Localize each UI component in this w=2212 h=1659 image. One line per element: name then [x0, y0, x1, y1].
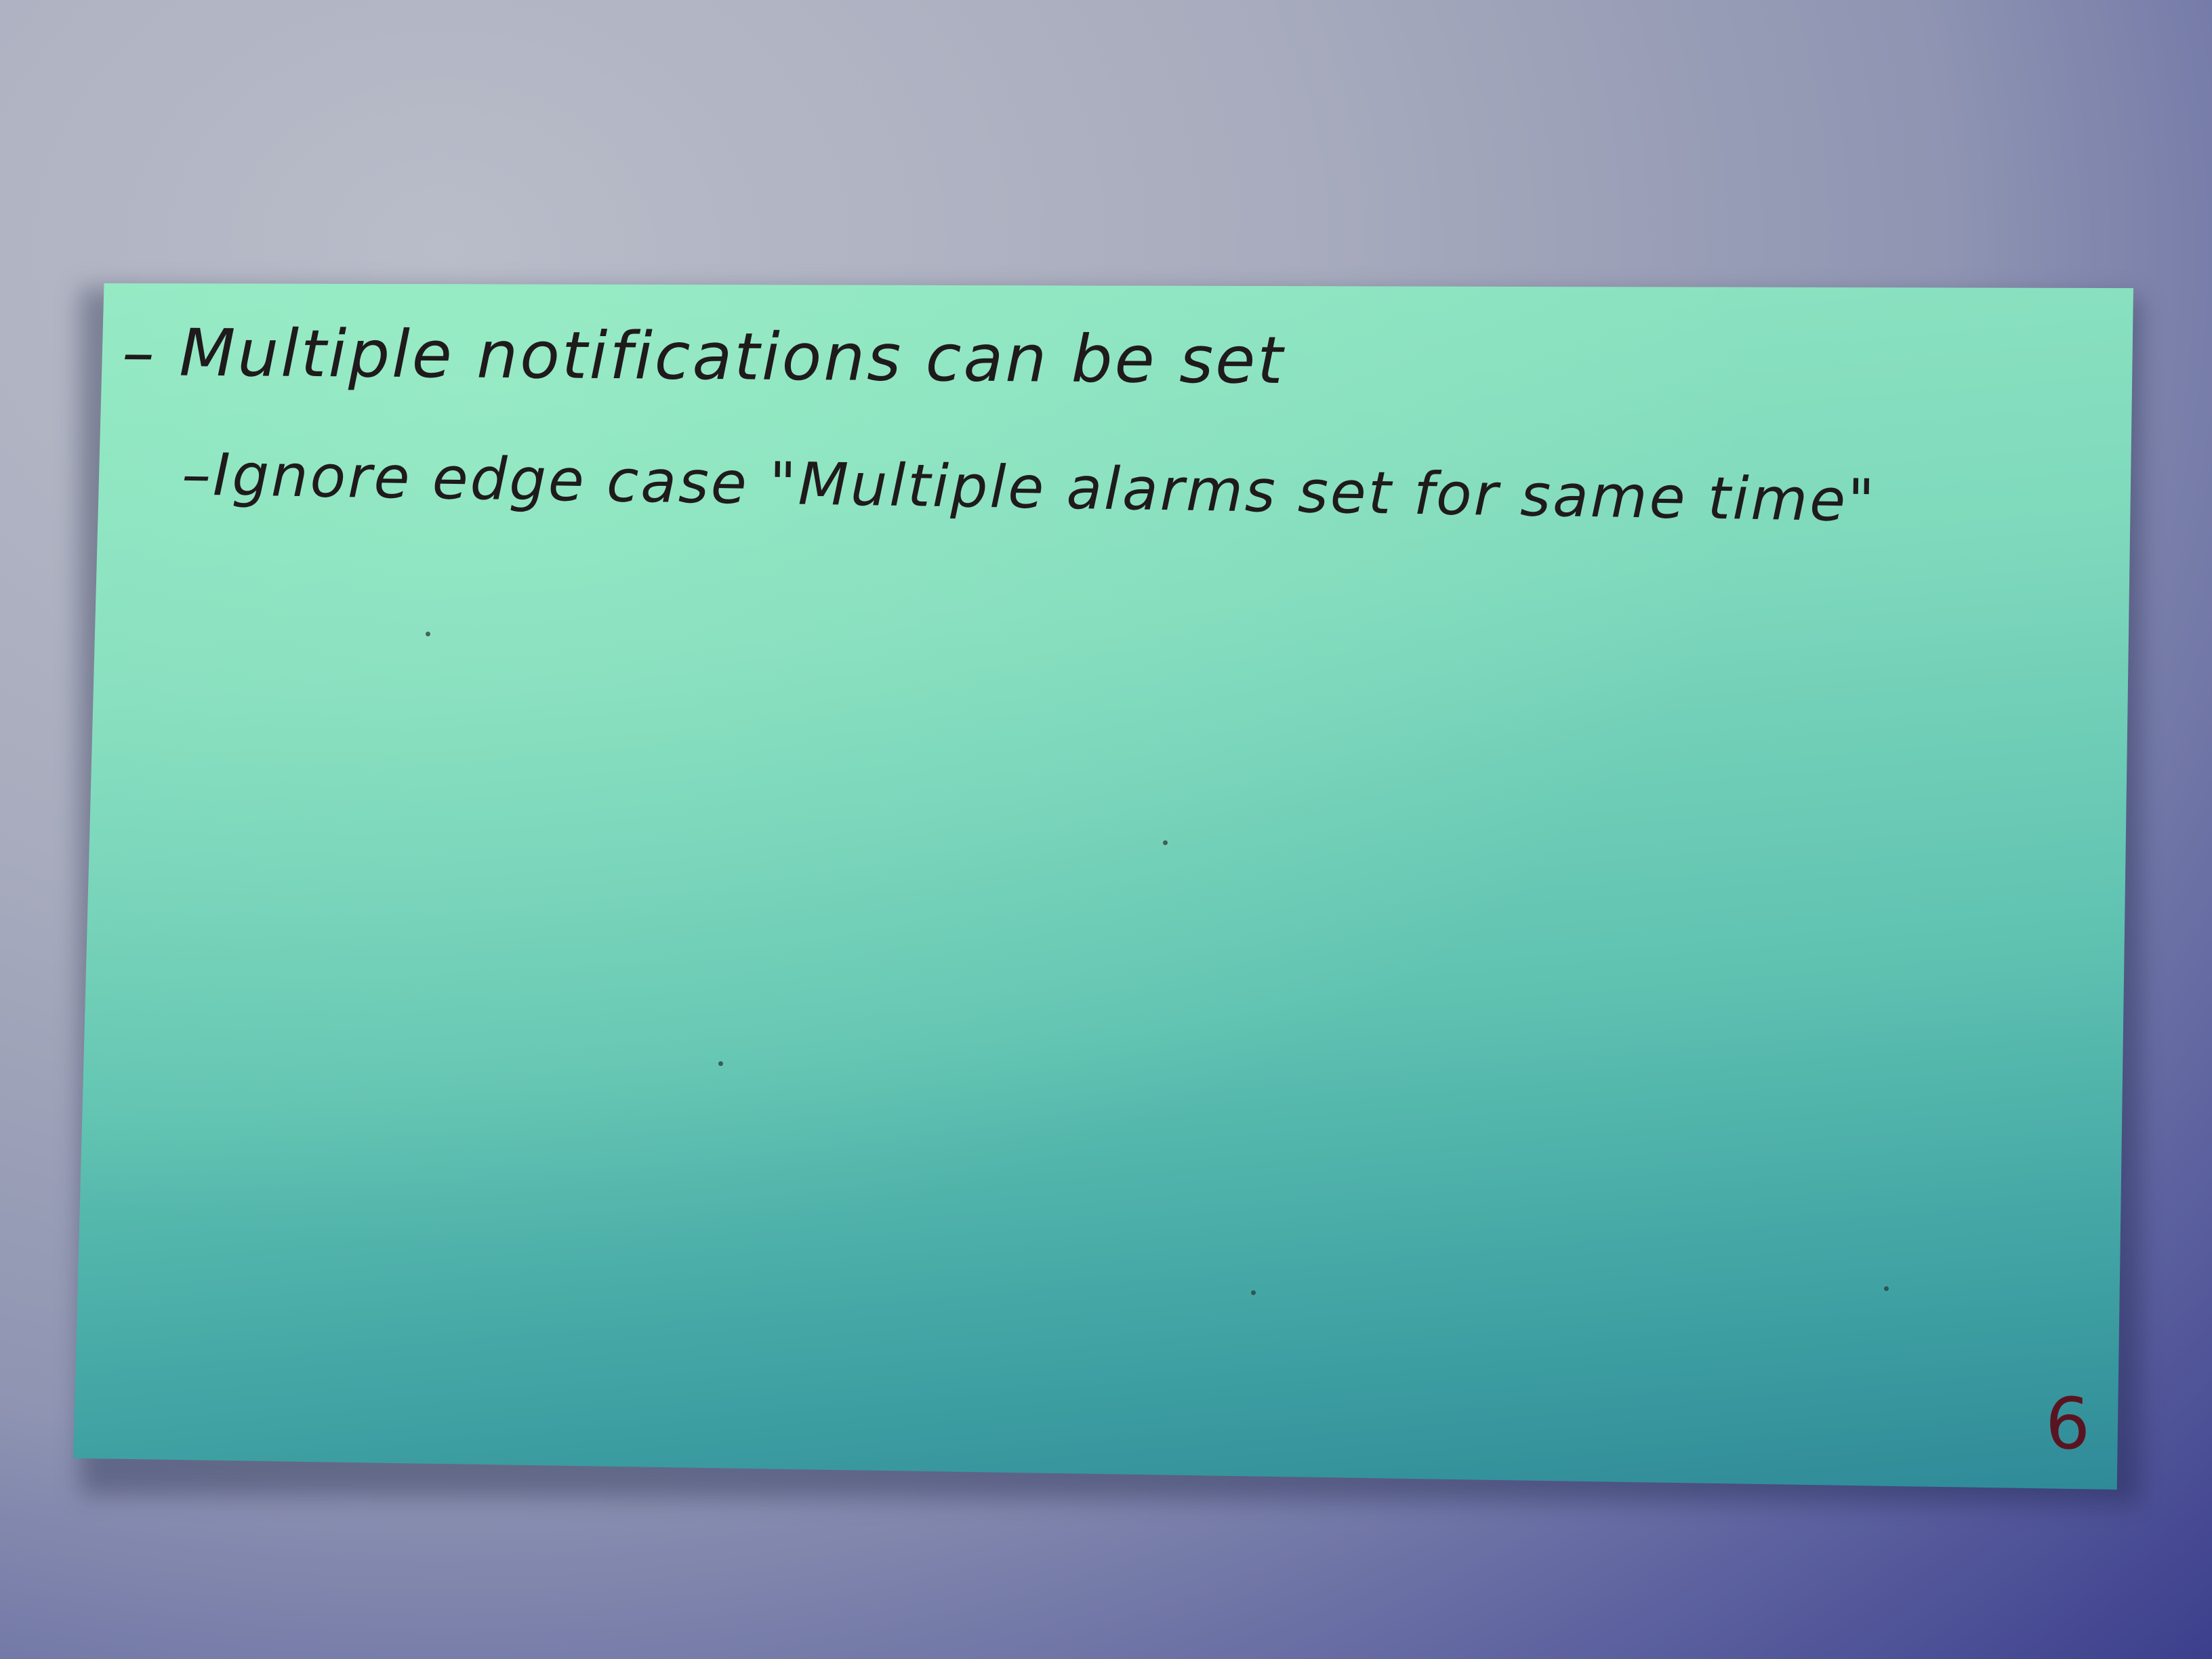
paper-speck: [1251, 1290, 1256, 1295]
paper-speck: [426, 632, 430, 636]
paper-speck: [1163, 840, 1168, 845]
note-line-1: – Multiple notifications can be set: [121, 314, 1286, 398]
paper-speck: [1884, 1286, 1889, 1291]
page-number: 6: [2045, 1382, 2091, 1465]
paper-speck: [718, 1061, 723, 1066]
